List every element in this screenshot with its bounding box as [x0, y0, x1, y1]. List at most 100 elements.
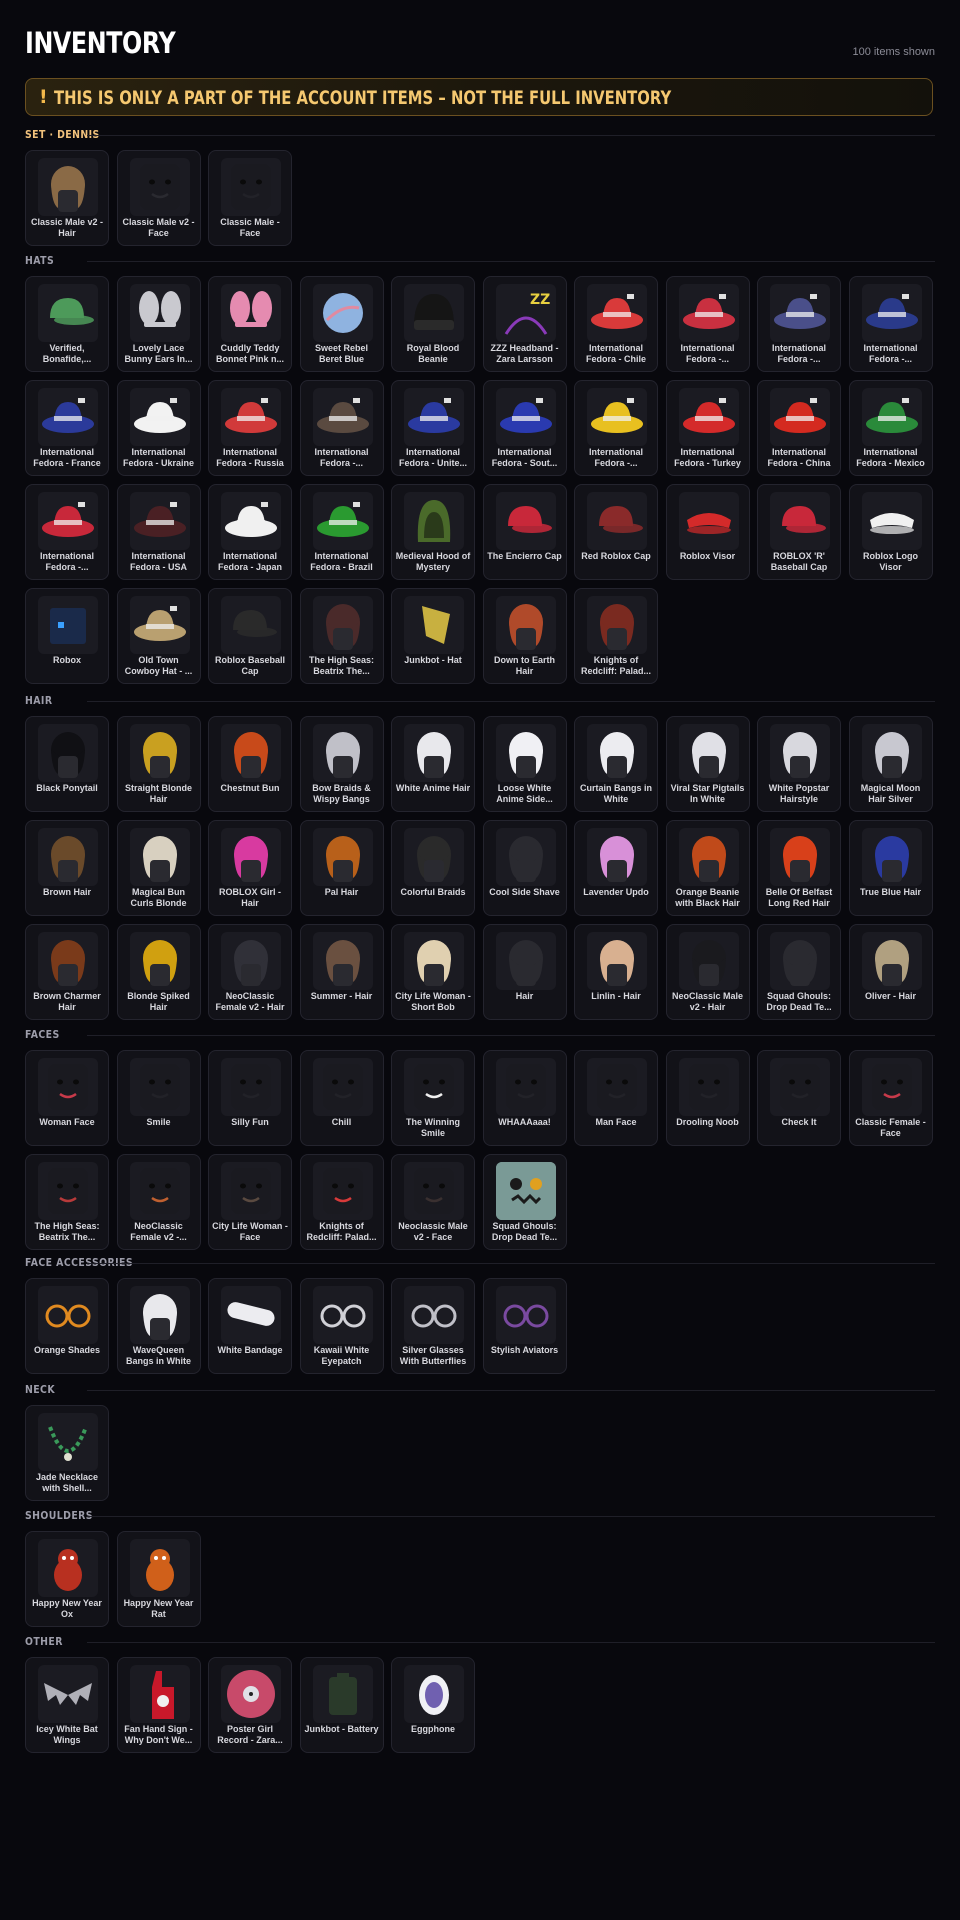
inventory-item-card[interactable]: Straight Blonde Hair [116, 716, 201, 812]
inventory-item-card[interactable]: Junkbot - Battery [299, 1657, 384, 1753]
inventory-item-card[interactable]: Silver Glasses With Butterflies [391, 1278, 475, 1374]
inventory-item-card[interactable]: Orange Beanie with Black Hair [665, 820, 750, 916]
inventory-item-card[interactable]: Knights of Redcliff: Palad... [574, 588, 658, 684]
inventory-item-card[interactable]: Icey White Bat Wings [25, 1657, 109, 1753]
inventory-item-card[interactable]: International Fedora - Brazil [299, 484, 384, 580]
inventory-item-card[interactable]: Roblox Baseball Cap [208, 588, 292, 684]
inventory-item-card[interactable]: Happy New Year Rat [116, 1531, 201, 1627]
inventory-item-card[interactable]: Orange Shades [25, 1278, 109, 1374]
inventory-item-card[interactable]: International Fedora - USA [116, 484, 201, 580]
inventory-item-card[interactable]: International Fedora - Russia [208, 380, 292, 476]
inventory-item-card[interactable]: Squad Ghouls: Drop Dead Te... [482, 1154, 567, 1250]
inventory-item-card[interactable]: Magical Bun Curls Blonde [116, 820, 201, 916]
inventory-item-card[interactable]: Roblox Visor [665, 484, 750, 580]
inventory-item-card[interactable]: Summer - Hair [299, 924, 384, 1020]
inventory-item-card[interactable]: Oliver - Hair [848, 924, 933, 1020]
inventory-item-card[interactable]: Woman Face [25, 1050, 109, 1146]
inventory-item-card[interactable]: International Fedora -... [299, 380, 384, 476]
inventory-item-card[interactable]: Poster Girl Record - Zara... [208, 1657, 292, 1753]
inventory-item-card[interactable]: Hair [482, 924, 567, 1020]
inventory-item-card[interactable]: True Blue Hair [848, 820, 933, 916]
inventory-item-card[interactable]: International Fedora -... [757, 276, 841, 372]
inventory-item-card[interactable]: Brown Hair [25, 820, 109, 916]
inventory-item-card[interactable]: International Fedora - Japan [208, 484, 292, 580]
inventory-item-card[interactable]: Old Town Cowboy Hat - ... [116, 588, 201, 684]
inventory-item-card[interactable]: Eggphone [391, 1657, 475, 1753]
inventory-item-card[interactable]: Cool Side Shave [482, 820, 567, 916]
inventory-item-card[interactable]: White Anime Hair [391, 716, 475, 812]
inventory-item-card[interactable]: White Bandage [208, 1278, 292, 1374]
inventory-item-card[interactable]: Linlin - Hair [574, 924, 658, 1020]
inventory-item-card[interactable]: Drooling Noob [665, 1050, 750, 1146]
inventory-item-card[interactable]: International Fedora - France [25, 380, 109, 476]
inventory-item-card[interactable]: Chill [299, 1050, 384, 1146]
inventory-item-card[interactable]: Silly Fun [208, 1050, 292, 1146]
inventory-item-card[interactable]: Check It [757, 1050, 841, 1146]
inventory-item-card[interactable]: Magical Moon Hair Silver [848, 716, 933, 812]
inventory-item-card[interactable]: Stylish Aviators [482, 1278, 567, 1374]
inventory-item-card[interactable]: International Fedora - Chile [574, 276, 658, 372]
inventory-item-card[interactable]: Loose White Anime Side... [482, 716, 567, 812]
inventory-item-card[interactable]: Belle Of Belfast Long Red Hair [757, 820, 841, 916]
inventory-item-card[interactable]: Classic Male v2 - Face [116, 150, 201, 246]
inventory-item-card[interactable]: Happy New Year Ox [25, 1531, 109, 1627]
inventory-item-card[interactable]: Neoclassic Male v2 - Face [391, 1154, 475, 1250]
inventory-item-card[interactable]: Smile [116, 1050, 201, 1146]
inventory-item-card[interactable]: Sweet Rebel Beret Blue [299, 276, 384, 372]
inventory-item-card[interactable]: Colorful Braids [391, 820, 475, 916]
inventory-item-card[interactable]: NeoClassic Female v2 - Hair [208, 924, 292, 1020]
inventory-item-card[interactable]: International Fedora - Sout... [482, 380, 567, 476]
inventory-item-card[interactable]: Bow Braids & Wispy Bangs [299, 716, 384, 812]
inventory-item-card[interactable]: The High Seas: Beatrix The... [25, 1154, 109, 1250]
inventory-item-card[interactable]: NeoClassic Female v2 -... [116, 1154, 201, 1250]
inventory-item-card[interactable]: The Winning Smile [391, 1050, 475, 1146]
inventory-item-card[interactable]: Jade Necklace with Shell... [25, 1405, 109, 1501]
inventory-item-card[interactable]: International Fedora -... [25, 484, 109, 580]
inventory-item-card[interactable]: Viral Star Pigtails In White [665, 716, 750, 812]
inventory-item-card[interactable]: Man Face [574, 1050, 658, 1146]
inventory-item-card[interactable]: Cuddly Teddy Bonnet Pink n... [208, 276, 292, 372]
inventory-item-card[interactable]: Junkbot - Hat [391, 588, 475, 684]
inventory-item-card[interactable]: Squad Ghouls: Drop Dead Te... [757, 924, 841, 1020]
inventory-item-card[interactable]: International Fedora - Unite... [391, 380, 475, 476]
inventory-item-card[interactable]: International Fedora - Ukraine [116, 380, 201, 476]
inventory-item-card[interactable]: Black Ponytail [25, 716, 109, 812]
inventory-item-card[interactable]: Classic Female - Face [848, 1050, 933, 1146]
inventory-item-card[interactable]: WaveQueen Bangs in White [116, 1278, 201, 1374]
inventory-item-card[interactable]: Down to Earth Hair [482, 588, 567, 684]
inventory-item-card[interactable]: Classic Male v2 - Hair [25, 150, 109, 246]
inventory-item-card[interactable]: Red Roblox Cap [574, 484, 658, 580]
inventory-item-card[interactable]: Chestnut Bun [208, 716, 292, 812]
inventory-item-card[interactable]: The High Seas: Beatrix The... [299, 588, 384, 684]
inventory-item-card[interactable]: International Fedora -... [665, 276, 750, 372]
inventory-item-card[interactable]: International Fedora - China [757, 380, 841, 476]
inventory-item-card[interactable]: Fan Hand Sign - Why Don't We... [116, 1657, 201, 1753]
inventory-item-card[interactable]: White Popstar Hairstyle [757, 716, 841, 812]
inventory-item-card[interactable]: ROBLOX Girl - Hair [208, 820, 292, 916]
inventory-item-card[interactable]: International Fedora - Turkey [665, 380, 750, 476]
inventory-item-card[interactable]: City Life Woman - Short Bob [391, 924, 475, 1020]
inventory-item-card[interactable]: ROBLOX 'R' Baseball Cap [757, 484, 841, 580]
inventory-item-card[interactable]: Curtain Bangs in White [574, 716, 658, 812]
inventory-item-card[interactable]: Lovely Lace Bunny Ears In... [116, 276, 201, 372]
inventory-item-card[interactable]: Lavender Updo [574, 820, 658, 916]
inventory-item-card[interactable]: Verified, Bonafide,... [25, 276, 109, 372]
inventory-item-card[interactable]: Robox [25, 588, 109, 684]
inventory-item-card[interactable]: Roblox Logo Visor [848, 484, 933, 580]
inventory-item-card[interactable]: Kawaii White Eyepatch [299, 1278, 384, 1374]
inventory-item-card[interactable]: International Fedora - Mexico [848, 380, 933, 476]
inventory-item-card[interactable]: Medieval Hood of Mystery [391, 484, 475, 580]
inventory-item-card[interactable]: Blonde Spiked Hair [116, 924, 201, 1020]
inventory-item-card[interactable]: International Fedora -... [848, 276, 933, 372]
inventory-item-card[interactable]: The Encierro Cap [482, 484, 567, 580]
inventory-item-card[interactable]: NeoClassic Male v2 - Hair [665, 924, 750, 1020]
inventory-item-card[interactable]: Classic Male - Face [208, 150, 292, 246]
inventory-item-card[interactable]: Royal Blood Beanie [391, 276, 475, 372]
inventory-item-card[interactable]: City Life Woman - Face [208, 1154, 292, 1250]
inventory-item-card[interactable]: Pal Hair [299, 820, 384, 916]
inventory-item-card[interactable]: ZZ ZZZ Headband - Zara Larsson [482, 276, 567, 372]
inventory-item-card[interactable]: International Fedora -... [574, 380, 658, 476]
inventory-item-card[interactable]: Knights of Redcliff: Palad... [299, 1154, 384, 1250]
inventory-item-card[interactable]: Brown Charmer Hair [25, 924, 109, 1020]
inventory-item-card[interactable]: WHAAAaaa! [482, 1050, 567, 1146]
